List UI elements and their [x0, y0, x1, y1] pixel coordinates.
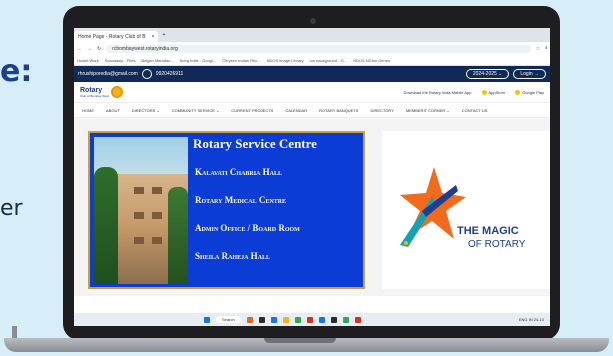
- magic-of-rotary-card[interactable]: THE MAGIC OF ROTARY: [382, 131, 550, 289]
- back-icon[interactable]: ←: [77, 46, 82, 52]
- building-window: [134, 237, 144, 244]
- banner-line: Rotary Medical Centre: [195, 195, 287, 205]
- bookmarks-bar: Hostel Work Scandasip - Files Belgan Man…: [74, 55, 550, 66]
- building-window: [134, 187, 144, 194]
- taskbar-app-icon[interactable]: [318, 316, 325, 323]
- bookmark-item[interactable]: fixing bolts - Googl...: [180, 58, 216, 63]
- backdrop-colon-text: e:: [0, 54, 33, 89]
- star-icon[interactable]: ☆: [536, 46, 540, 52]
- banner-line: Admin Office / Board Room: [195, 223, 300, 233]
- rotary-wheel-icon: [110, 86, 123, 98]
- taskbar-app-icon[interactable]: [258, 316, 265, 323]
- site-header: Rotary Club of Bombay West Download the …: [74, 82, 550, 103]
- nav-item-community-service[interactable]: COMMUNITY SERVICE ⌄: [172, 108, 220, 113]
- rotary-logo[interactable]: Rotary Club of Bombay West: [80, 86, 123, 98]
- bookmark-item[interactable]: Belgan Manufac...: [141, 58, 173, 63]
- nav-item-current-projects[interactable]: CURRENT PROJECTS: [231, 108, 273, 113]
- banner-line: Kalavati Chabria Hall: [195, 167, 283, 177]
- taskbar-app-icon[interactable]: [354, 316, 361, 323]
- trees-right: [168, 187, 188, 284]
- nav-item-members-corner[interactable]: MEMBERS' CORNER ⌄: [406, 108, 450, 113]
- magic-subtitle: OF ROTARY: [468, 239, 526, 250]
- taskbar-app-icon[interactable]: [330, 316, 337, 323]
- banner-line: Sheila Raheja Hall: [195, 251, 271, 261]
- magic-star-icon: [400, 167, 466, 247]
- laptop-base-notch: [264, 338, 336, 343]
- building-window: [152, 187, 162, 194]
- download-icon[interactable]: ⭳: [545, 45, 547, 53]
- bookmark-item[interactable]: NDOS image Library: [267, 58, 304, 63]
- download-app-text: Download the Rotary India Mobile App: [403, 89, 472, 95]
- magic-title: THE MAGIC: [457, 225, 519, 237]
- url-field[interactable]: rcbombaywest.rotaryindia.org: [106, 44, 531, 53]
- windows-start-icon[interactable]: [204, 316, 210, 323]
- banner-title: Rotary Service Centre: [193, 136, 317, 151]
- nav-item-calendar[interactable]: CALENDAR: [285, 108, 307, 113]
- appstore-button[interactable]: AppStore: [481, 89, 506, 95]
- bookmark-item[interactable]: Chrysen Indian Rec...: [222, 58, 260, 63]
- forward-icon[interactable]: →: [87, 46, 92, 52]
- webcam: [310, 18, 316, 24]
- browser-tab-bar: Home Page - Rotary Club of B × +: [74, 28, 550, 42]
- building-window: [152, 237, 162, 244]
- main-nav: HOME ABOUT DIRECTORS ⌄ COMMUNITY SERVICE…: [74, 103, 550, 118]
- taskbar-app-icon[interactable]: [246, 316, 253, 323]
- year-selector[interactable]: 2024-2025 ⌄: [465, 69, 510, 79]
- taskbar-app-icon[interactable]: [306, 316, 313, 323]
- phone-icon: [141, 69, 152, 79]
- play-icon: [515, 89, 521, 95]
- trees-left: [94, 167, 118, 284]
- googleplay-label: Google Play: [522, 89, 544, 95]
- taskbar-app-icon[interactable]: [270, 316, 277, 323]
- logo-subtitle: Club of Bombay West: [80, 93, 109, 98]
- taskbar-app-icon[interactable]: [342, 316, 349, 323]
- system-tray[interactable]: ENG IN 24-10: [519, 317, 544, 322]
- nav-item-directors[interactable]: DIRECTORS ⌄: [132, 108, 160, 113]
- backdrop-partial-text: er: [0, 196, 23, 221]
- nav-item-rotary-banquets[interactable]: ROTARY BANQUETS: [319, 108, 358, 113]
- taskbar-app-icon[interactable]: [294, 316, 301, 323]
- reload-icon[interactable]: ↻: [97, 46, 101, 52]
- address-bar: ← → ↻ rcbombaywest.rotaryindia.org ☆ ⭳: [74, 42, 550, 55]
- nav-item-contact-us[interactable]: CONTACT US: [462, 108, 488, 113]
- tab-title: Home Page - Rotary Club of B: [78, 33, 146, 40]
- nav-item-about[interactable]: ABOUT: [106, 108, 120, 113]
- googleplay-button[interactable]: Google Play: [515, 89, 544, 95]
- service-centre-banner[interactable]: Rotary Service Centre Kalavati Chabria H…: [88, 131, 365, 289]
- taskbar-app-icon[interactable]: [282, 316, 289, 323]
- phone-link[interactable]: 9920426911: [156, 71, 183, 77]
- hero-content: Rotary Service Centre Kalavati Chabria H…: [74, 118, 550, 296]
- site-topbar: rhrushiporedia@gmail.com 9920426911 2024…: [74, 66, 550, 82]
- laptop-screen: Home Page - Rotary Club of B × + ← → ↻ r…: [74, 28, 550, 326]
- bookmark-item[interactable]: Hostel Work: [77, 58, 99, 63]
- bookmark-item[interactable]: Scandasip - Files: [105, 58, 136, 63]
- email-link[interactable]: rhrushiporedia@gmail.com: [78, 71, 138, 77]
- windows-taskbar: Search ENG IN 24-10: [74, 313, 550, 326]
- logo-text: Rotary: [80, 86, 103, 94]
- close-icon[interactable]: ×: [152, 34, 155, 40]
- login-button[interactable]: Login →: [513, 69, 546, 79]
- browser-tab[interactable]: Home Page - Rotary Club of B ×: [74, 31, 159, 42]
- building-photo: [94, 137, 188, 284]
- apple-icon: [481, 89, 487, 95]
- nav-item-home[interactable]: HOME: [82, 108, 94, 113]
- building-window: [152, 212, 162, 219]
- new-tab-icon[interactable]: +: [162, 32, 165, 38]
- bookmark-item[interactable]: Ion background - G...: [310, 58, 348, 63]
- taskbar-search[interactable]: Search: [216, 316, 241, 323]
- appstore-label: AppStore: [488, 89, 506, 95]
- nav-item-directory[interactable]: DIRECTORY: [370, 108, 393, 113]
- building-window: [134, 212, 144, 219]
- bookmark-item[interactable]: NDOS NGlan Genes: [353, 58, 390, 63]
